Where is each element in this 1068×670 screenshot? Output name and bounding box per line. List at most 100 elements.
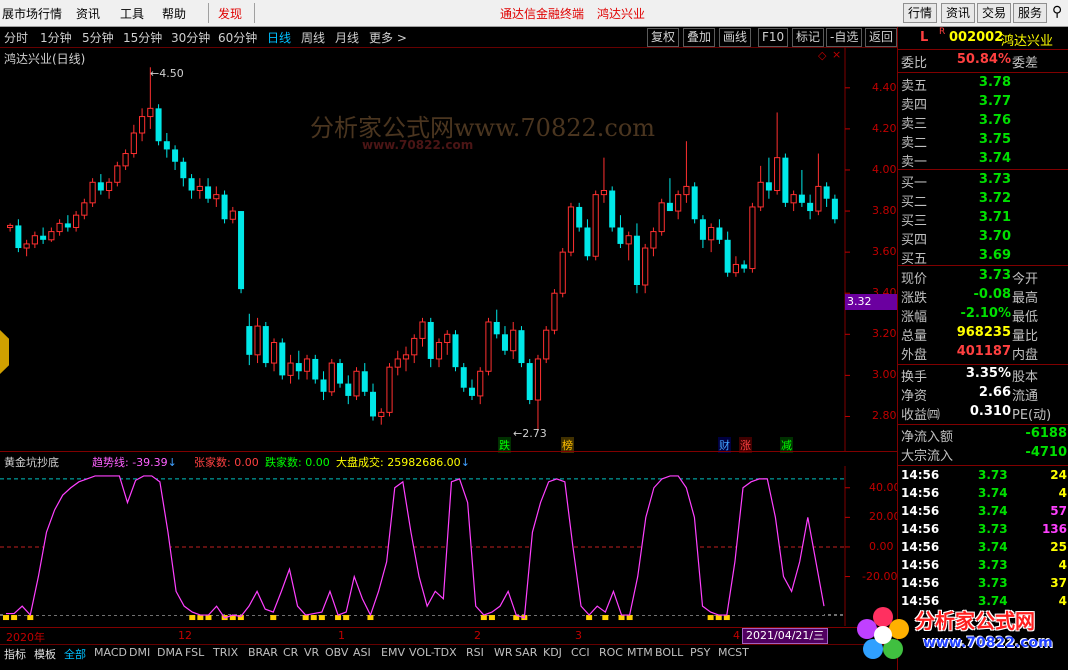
bottom-signal-bar (626, 615, 633, 621)
menu-help[interactable]: 帮助 (162, 5, 186, 22)
remove-watchlist-button[interactable]: -自选 (826, 28, 863, 47)
tab-指标[interactable]: 指标 (4, 646, 26, 662)
bottom-signal-bar (618, 615, 625, 621)
tab-模板[interactable]: 模板 (34, 646, 56, 662)
low-price-label: ←2.73 (513, 427, 547, 440)
bottom-signal-bar (189, 615, 196, 621)
tick-time: 14:56 (901, 468, 940, 482)
candle (303, 354, 311, 380)
period-daily[interactable]: 日线 (267, 29, 291, 46)
bid-row[interactable]: 买五 3.69 (898, 248, 1068, 267)
candle (815, 153, 822, 216)
price-tick-label: 3.60 (872, 245, 897, 259)
period-intraday[interactable]: 分时 (4, 29, 28, 46)
ask-row[interactable]: 卖二 3.75 (898, 132, 1068, 151)
ask-level-label: 卖一 (901, 155, 928, 170)
adjust-button[interactable]: 复权 (647, 28, 680, 47)
candle (452, 330, 459, 372)
draw-button[interactable]: 画线 (719, 28, 752, 47)
tab-sar[interactable]: SAR (515, 646, 537, 659)
tab-mcst[interactable]: MCST (718, 646, 749, 659)
tab-psy[interactable]: PSY (690, 646, 710, 659)
candle (551, 289, 558, 335)
period-15min[interactable]: 15分钟 (123, 29, 162, 46)
tab-wr[interactable]: WR (494, 646, 513, 659)
overlay-button[interactable]: 叠加 (683, 28, 716, 47)
candle (15, 219, 22, 253)
candle (559, 248, 566, 298)
fundamental-label: 净资 (901, 389, 928, 404)
tab-vr[interactable]: VR (304, 646, 319, 659)
fundamental-right-label: 股本 (1012, 370, 1039, 385)
ask-row[interactable]: 卖四 3.77 (898, 94, 1068, 113)
f10-button[interactable]: F10 (758, 28, 789, 47)
info-button[interactable]: 资讯 (941, 3, 976, 23)
ask-row[interactable]: 卖一 3.74 (898, 151, 1068, 170)
menu-market[interactable]: 展市场行情 (2, 5, 62, 22)
period-30min[interactable]: 30分钟 (171, 29, 210, 46)
tab-obv[interactable]: OBV (325, 646, 348, 659)
menu-tools[interactable]: 工具 (120, 5, 144, 22)
tab-macd[interactable]: MACD (94, 646, 127, 659)
mark-button[interactable]: 标记 (792, 28, 825, 47)
period-monthly[interactable]: 月线 (335, 29, 359, 46)
bid-row[interactable]: 买四 3.70 (898, 229, 1068, 248)
top-menu-bar: 展市场行情 资讯 工具 帮助 发现 通达信金融终端 鸿达兴业 行情 资讯 交易 … (0, 0, 1068, 27)
ask-level-label: 卖三 (901, 117, 928, 132)
tab-emv[interactable]: EMV (381, 646, 405, 659)
flow-value: -4710 (1025, 445, 1067, 460)
candle (468, 379, 475, 401)
service-button[interactable]: 服务 (1013, 3, 1048, 23)
bid-row[interactable]: 买三 3.71 (898, 210, 1068, 229)
tab-roc[interactable]: ROC (599, 646, 623, 659)
bottom-signal-bar (205, 615, 212, 621)
tab-boll[interactable]: BOLL (655, 646, 683, 659)
stock-name-link[interactable]: 鸿达兴业 (597, 5, 645, 22)
tab-dmi[interactable]: DMI (129, 646, 150, 659)
tick-volume: 136 (1041, 522, 1067, 536)
quote-button[interactable]: 行情 (903, 3, 938, 23)
stat-right-label: 今开 (1012, 272, 1039, 287)
tab-kdj[interactable]: KDJ (543, 646, 562, 659)
fundamental-value: 2.66 (978, 385, 1011, 400)
tick-price: 3.74 (978, 504, 1008, 518)
tick-price: 3.74 (978, 486, 1008, 500)
candle (774, 112, 781, 195)
period-5min[interactable]: 5分钟 (82, 29, 114, 46)
period-weekly[interactable]: 周线 (301, 29, 325, 46)
period-1min[interactable]: 1分钟 (40, 29, 72, 46)
back-button[interactable]: 返回 (865, 28, 897, 47)
tab-rsi[interactable]: RSI (466, 646, 484, 659)
bid-row[interactable]: 买一 3.73 (898, 172, 1068, 191)
tab-cci[interactable]: CCI (571, 646, 590, 659)
candle (353, 367, 360, 401)
ask-row[interactable]: 卖三 3.76 (898, 113, 1068, 132)
menu-discover[interactable]: 发现 (218, 5, 242, 22)
ask-price: 3.74 (978, 151, 1011, 166)
fundamental-right-label: 流通 (1012, 389, 1039, 404)
tab-asi[interactable]: ASI (353, 646, 371, 659)
candle (831, 194, 838, 224)
menu-news[interactable]: 资讯 (76, 5, 100, 22)
period-60min[interactable]: 60分钟 (218, 29, 257, 46)
tab-vol-tdx[interactable]: VOL-TDX (409, 646, 457, 659)
candle (122, 149, 129, 170)
tab-cr[interactable]: CR (283, 646, 298, 659)
candle (691, 182, 698, 224)
tab-brar[interactable]: BRAR (248, 646, 278, 659)
candle (345, 375, 352, 405)
bid-row[interactable]: 买二 3.72 (898, 191, 1068, 210)
search-icon[interactable]: ⚲ (1052, 4, 1066, 20)
tick-price: 3.74 (978, 540, 1008, 554)
tab-dma[interactable]: DMA (157, 646, 183, 659)
ask-row[interactable]: 卖五 3.78 (898, 75, 1068, 94)
fundamental-row: 换手 3.35% 股本 (898, 366, 1068, 385)
tab-trix[interactable]: TRIX (213, 646, 238, 659)
period-more[interactable]: 更多 > (369, 29, 407, 46)
bottom-signal-bar (480, 615, 487, 621)
tab-fsl[interactable]: FSL (185, 646, 204, 659)
tab-mtm[interactable]: MTM (627, 646, 653, 659)
trade-button[interactable]: 交易 (977, 3, 1012, 23)
tab-全部[interactable]: 全部 (64, 646, 86, 662)
stat-label: 涨跌 (901, 291, 928, 306)
